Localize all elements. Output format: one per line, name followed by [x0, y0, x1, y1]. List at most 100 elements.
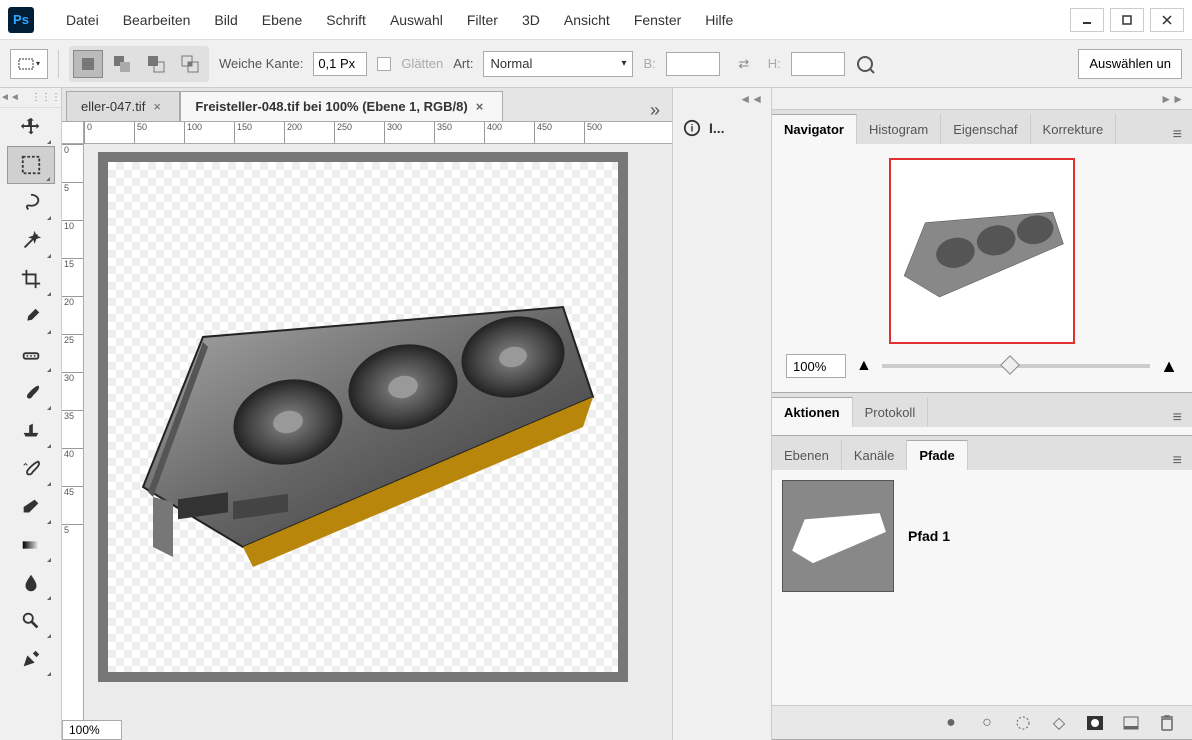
delete-path-icon[interactable]: [1158, 714, 1176, 732]
close-tab-icon[interactable]: ×: [476, 99, 488, 114]
menu-datei[interactable]: Datei: [54, 12, 111, 28]
minimize-button[interactable]: [1070, 8, 1104, 32]
panel-menu-icon[interactable]: ≡: [1163, 452, 1192, 470]
menu-bild[interactable]: Bild: [202, 12, 249, 28]
menu-filter[interactable]: Filter: [455, 12, 510, 28]
menu-bearbeiten[interactable]: Bearbeiten: [111, 12, 203, 28]
add-mask-icon[interactable]: [1086, 714, 1104, 732]
height-input: [791, 52, 845, 76]
ruler-vertical[interactable]: 0510152025303540455: [62, 144, 84, 720]
crop-tool[interactable]: [7, 260, 55, 298]
feather-input[interactable]: [313, 52, 367, 76]
clone-stamp-tool[interactable]: [7, 412, 55, 450]
info-panel-button[interactable]: i I...: [673, 110, 771, 146]
menubar: Ps Datei Bearbeiten Bild Ebene Schrift A…: [0, 0, 1192, 40]
tab-aktionen[interactable]: Aktionen: [772, 397, 853, 427]
tools-panel: ◄◄ ⋮⋮⋮: [0, 88, 62, 740]
tab-ebenen[interactable]: Ebenen: [772, 440, 842, 470]
marquee-tool[interactable]: [7, 146, 55, 184]
pen-tool[interactable]: [7, 640, 55, 678]
tools-collapse-icon[interactable]: ◄◄ ⋮⋮⋮: [0, 88, 61, 108]
magic-wand-tool[interactable]: [7, 222, 55, 260]
canvas-viewport[interactable]: 050100150200250300350400450500 051015202…: [62, 122, 672, 740]
path-name-label: Pfad 1: [908, 528, 950, 544]
close-tab-icon[interactable]: ×: [153, 99, 165, 114]
style-select[interactable]: Normal▾: [483, 51, 633, 77]
menu-ebene[interactable]: Ebene: [250, 12, 314, 28]
maximize-button[interactable]: [1110, 8, 1144, 32]
layers-panel-group: Ebenen Kanäle Pfade ≡ Pfad 1 ● ○ ◇: [772, 436, 1192, 740]
ruler-origin[interactable]: [62, 122, 84, 144]
brush-tool[interactable]: [7, 374, 55, 412]
navigator-zoom-input[interactable]: 100%: [786, 354, 846, 378]
menu-fenster[interactable]: Fenster: [622, 12, 693, 28]
tool-preset-picker[interactable]: ▾: [10, 49, 48, 79]
panel-menu-icon[interactable]: ≡: [1163, 409, 1192, 427]
panels-collapse-icon[interactable]: ►►: [772, 88, 1192, 110]
eyedropper-tool[interactable]: [7, 298, 55, 336]
canvas[interactable]: [108, 162, 618, 672]
select-and-mask-button[interactable]: Auswählen un: [1078, 49, 1182, 79]
history-brush-tool[interactable]: [7, 450, 55, 488]
selection-to-path-icon[interactable]: ◇: [1050, 714, 1068, 732]
blur-tool[interactable]: [7, 564, 55, 602]
dock-collapse-icon[interactable]: ◄◄: [673, 88, 771, 110]
antialias-checkbox: [377, 57, 391, 71]
selection-subtract-icon[interactable]: [141, 50, 171, 78]
tabs-overflow-icon[interactable]: »: [638, 100, 672, 121]
panels-dock: ►► Navigator Histogram Eigenschaf Korrek…: [772, 88, 1192, 740]
path-item[interactable]: Pfad 1: [782, 480, 1182, 592]
collapsed-panel-dock: ◄◄ i I...: [672, 88, 772, 740]
close-button[interactable]: [1150, 8, 1184, 32]
tab-histogram[interactable]: Histogram: [857, 114, 941, 144]
selection-mode-group: [69, 46, 209, 82]
lasso-tool[interactable]: [7, 184, 55, 222]
selection-add-icon[interactable]: [107, 50, 137, 78]
healing-brush-tool[interactable]: [7, 336, 55, 374]
path-thumbnail: [782, 480, 894, 592]
selection-intersect-icon[interactable]: [175, 50, 205, 78]
tab-kanaele[interactable]: Kanäle: [842, 440, 907, 470]
menu-ansicht[interactable]: Ansicht: [552, 12, 622, 28]
menu-schrift[interactable]: Schrift: [314, 12, 378, 28]
selection-new-icon[interactable]: [73, 50, 103, 78]
menu-3d[interactable]: 3D: [510, 12, 552, 28]
navigator-panel-group: Navigator Histogram Eigenschaf Korrektur…: [772, 110, 1192, 393]
paths-footer: ● ○ ◇: [772, 705, 1192, 739]
zoom-status[interactable]: 100%: [62, 720, 122, 740]
navigator-zoom-slider[interactable]: [882, 364, 1150, 368]
document-tab-047[interactable]: eller-047.tif×: [66, 91, 180, 121]
window-controls: [1070, 8, 1184, 32]
menu-auswahl[interactable]: Auswahl: [378, 12, 455, 28]
tab-eigenschaften[interactable]: Eigenschaf: [941, 114, 1030, 144]
canvas-frame: [98, 152, 628, 682]
path-to-selection-icon[interactable]: [1014, 714, 1032, 732]
tab-protokoll[interactable]: Protokoll: [853, 397, 929, 427]
style-label: Art:: [453, 56, 473, 71]
menu-hilfe[interactable]: Hilfe: [693, 12, 745, 28]
feather-label: Weiche Kante:: [219, 56, 303, 71]
swap-dimensions-icon: ⇄: [730, 50, 758, 78]
zoom-out-icon[interactable]: ▲: [856, 357, 872, 375]
document-tab-048[interactable]: Freisteller-048.tif bei 100% (Ebene 1, R…: [180, 91, 502, 121]
gradient-tool[interactable]: [7, 526, 55, 564]
zoom-in-icon[interactable]: ▲: [1160, 356, 1178, 377]
actions-panel-group: Aktionen Protokoll ≡: [772, 393, 1192, 436]
move-tool[interactable]: [7, 108, 55, 146]
dodge-tool[interactable]: [7, 602, 55, 640]
panel-menu-icon[interactable]: ≡: [1163, 126, 1192, 144]
tab-korrekturen[interactable]: Korrekture: [1031, 114, 1117, 144]
width-label: B:: [643, 56, 655, 71]
tab-navigator[interactable]: Navigator: [772, 114, 857, 144]
height-label: H:: [768, 56, 781, 71]
eraser-tool[interactable]: [7, 488, 55, 526]
stroke-path-icon[interactable]: ○: [978, 714, 996, 732]
new-path-icon[interactable]: [1122, 714, 1140, 732]
ruler-horizontal[interactable]: 050100150200250300350400450500: [84, 122, 672, 144]
refine-edge-icon[interactable]: [855, 54, 875, 74]
navigator-preview[interactable]: [889, 158, 1075, 344]
document-image: [123, 267, 603, 567]
fill-path-icon[interactable]: ●: [942, 714, 960, 732]
options-bar: ▾ Weiche Kante: Glätten Art: Normal▾ B: …: [0, 40, 1192, 88]
tab-pfade[interactable]: Pfade: [907, 440, 967, 470]
